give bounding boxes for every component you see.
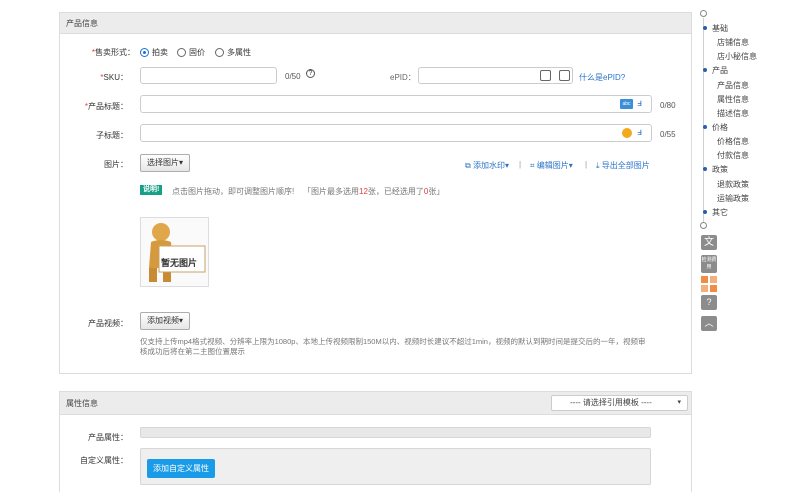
title-counter: 0/80 (660, 101, 676, 110)
nav-timeline (703, 18, 704, 223)
product-attr-label: 产品属性： (88, 433, 128, 442)
custom-attr-area (140, 448, 651, 485)
custom-attr-label: 自定义属性： (80, 456, 128, 465)
nav-bottom-circle (700, 222, 707, 229)
text-format-icon-2[interactable]: ⅎ (637, 127, 642, 138)
nav-group-policy[interactable]: 政策 (703, 164, 728, 175)
product-attr-area[interactable] (140, 427, 651, 438)
product-info-title: 产品信息 (60, 13, 691, 34)
nav-item-payment-info[interactable]: 付款信息 (717, 150, 749, 161)
export-images-link[interactable]: ⤓ 导出全部图片 (596, 160, 650, 171)
add-custom-attr-button[interactable]: 添加自定义属性 (147, 459, 215, 478)
product-title-input[interactable] (140, 95, 652, 113)
download-icon: ⤓ (596, 161, 600, 170)
subtitle-input[interactable] (140, 124, 652, 142)
choose-image-button[interactable]: 选择图片▾ (140, 154, 191, 172)
back-to-top-icon[interactable]: ︿ (701, 316, 717, 331)
nav-item-attr-info[interactable]: 属性信息 (717, 94, 749, 105)
note-text: 点击图片拖动，即可调整图片顺序! (172, 187, 295, 196)
nav-item-shipping-policy[interactable]: 运输政策 (717, 193, 749, 204)
separator: | (519, 160, 522, 169)
help-icon[interactable]: ? (306, 69, 315, 78)
nav-item-shop-info[interactable]: 店铺信息 (717, 37, 749, 48)
epid-label: ePID： (390, 73, 416, 82)
video-description: 仅支持上传mp4格式视频、分辨率上限为1080p、本地上传视频限制150M以内、… (140, 337, 646, 356)
add-video-button[interactable]: 添加视频▾ (140, 312, 191, 330)
edit-image-link[interactable]: ⌗ 编辑图片▾ (530, 160, 573, 171)
image-limit-text: 「图片最多选用12张，已经选用了0张」 (303, 187, 445, 196)
radio-fixed-price[interactable]: 固价 (177, 47, 205, 58)
subtitle-label: 子标题： (96, 131, 128, 140)
calculator-grid-icon[interactable] (701, 276, 717, 292)
check-fee-icon[interactable]: 检测费用 (701, 255, 717, 273)
nav-group-other[interactable]: 其它 (703, 207, 728, 218)
translate-icon[interactable]: 文 (701, 235, 717, 250)
nav-top-circle (700, 10, 707, 17)
note-badge: 说明! (140, 185, 163, 195)
nav-group-basic[interactable]: 基础 (703, 23, 728, 34)
subtitle-counter: 0/55 (660, 130, 676, 139)
separator-2: | (585, 160, 588, 169)
nav-item-desc-info[interactable]: 描述信息 (717, 108, 749, 119)
nav-item-price-info[interactable]: 价格信息 (717, 136, 749, 147)
what-is-epid-link[interactable]: 什么是ePID? (579, 72, 625, 83)
video-label: 产品视频： (88, 319, 128, 328)
sku-counter: 0/50 (285, 72, 301, 81)
sku-label: *SKU： (100, 73, 128, 82)
radio-multi-attr[interactable]: 多属性 (215, 47, 251, 58)
nav-item-dxm-info[interactable]: 店小秘信息 (717, 51, 757, 62)
text-format-icon[interactable]: ⅎ (637, 98, 642, 109)
emoji-icon[interactable] (622, 128, 632, 138)
sku-input[interactable] (140, 67, 277, 84)
person-with-sign-icon (149, 223, 206, 282)
product-title-label: *产品标题： (84, 102, 128, 111)
radio-auction[interactable]: 拍卖 (140, 47, 168, 58)
translate-badge-icon[interactable]: abc (620, 99, 633, 109)
nav-group-price[interactable]: 价格 (703, 122, 728, 133)
help-circle-icon[interactable]: ? (701, 295, 717, 310)
images-label: 图片： (104, 160, 128, 169)
watermark-icon: ⧉ (465, 161, 471, 170)
image-placeholder: 暂无图片 (140, 217, 209, 287)
nav-item-product-info[interactable]: 产品信息 (717, 80, 749, 91)
nav-item-refund-policy[interactable]: 退款政策 (717, 179, 749, 190)
sale-form-label: *售卖形式： (91, 48, 135, 57)
template-select[interactable]: ---- 请选择引用模板 ---- ▾ (551, 395, 688, 411)
nav-group-product[interactable]: 产品 (703, 65, 728, 76)
crop-icon: ⌗ (530, 161, 535, 170)
chevron-down-icon: ▾ (677, 399, 681, 406)
search-edit-icon[interactable] (559, 70, 570, 81)
add-watermark-link[interactable]: ⧉ 添加水印▾ (465, 160, 509, 171)
calculator-icon[interactable] (540, 70, 551, 81)
placeholder-text: 暂无图片 (161, 258, 198, 268)
